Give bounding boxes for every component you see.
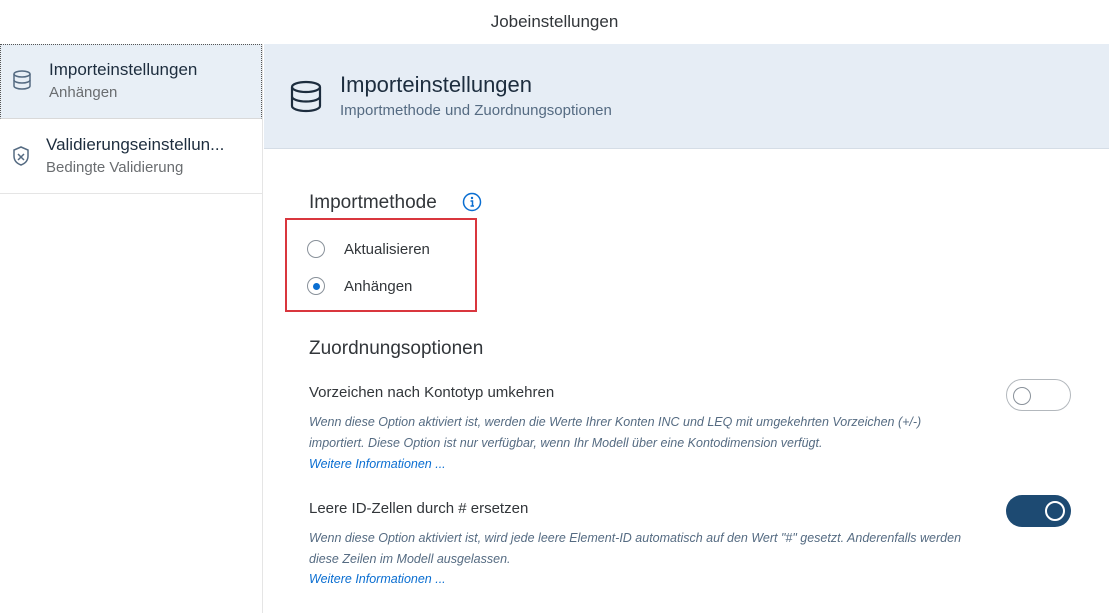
import-method-heading: Importmethode [309, 192, 437, 213]
more-info-link[interactable]: Weitere Informationen ... [309, 572, 446, 586]
radio-aktualisieren[interactable]: Aktualisieren [307, 240, 430, 258]
radio-anhaengen[interactable]: Anhängen [307, 277, 412, 295]
mapping-options-heading: Zuordnungsoptionen [309, 338, 484, 359]
toggle-switch-invert-sign[interactable] [1006, 379, 1071, 411]
sidebar-item-subtitle: Bedingte Validierung [46, 159, 184, 176]
radio-selected-dot [312, 282, 320, 290]
sidebar: Importeinstellungen Anhängen Validierung… [0, 44, 263, 613]
option-title: Leere ID-Zellen durch # ersetzen [309, 500, 529, 517]
toggle-switch-replace-empty-id[interactable] [1006, 495, 1071, 527]
option-description: Wenn diese Option aktiviert ist, werden … [309, 415, 922, 450]
sidebar-item-subtitle: Anhängen [49, 84, 118, 101]
info-icon[interactable] [462, 192, 482, 212]
page-subtitle: Importmethode und Zuordnungsoptionen [340, 102, 612, 119]
sidebar-item-title: Importeinstellungen [49, 60, 198, 79]
more-info-link[interactable]: Weitere Informationen ... [309, 457, 446, 471]
radio-label: Anhängen [344, 277, 413, 295]
shield-check-icon [13, 146, 29, 166]
database-icon [290, 80, 322, 113]
content-header: Importeinstellungen Importmethode und Zu… [264, 44, 1109, 149]
radio-button[interactable] [307, 277, 325, 295]
sidebar-item-validation-settings[interactable]: Validierungseinstellun... Bedingte Valid… [0, 119, 262, 194]
toggle-knob [1013, 387, 1031, 405]
radio-label: Aktualisieren [344, 240, 430, 258]
option-title: Vorzeichen nach Kontotyp umkehren [309, 384, 555, 401]
option-description: Wenn diese Option aktiviert ist, wird je… [309, 531, 962, 566]
page-title: Importeinstellungen [340, 72, 533, 97]
radio-button[interactable] [307, 240, 325, 258]
sidebar-item-title: Validierungseinstellun... [46, 135, 225, 154]
highlight-box [285, 218, 477, 312]
sidebar-item-import-settings[interactable]: Importeinstellungen Anhängen [0, 44, 262, 119]
toggle-knob [1045, 501, 1065, 521]
database-icon [13, 70, 31, 90]
dialog-title: Jobeinstellungen [0, 0, 1109, 44]
